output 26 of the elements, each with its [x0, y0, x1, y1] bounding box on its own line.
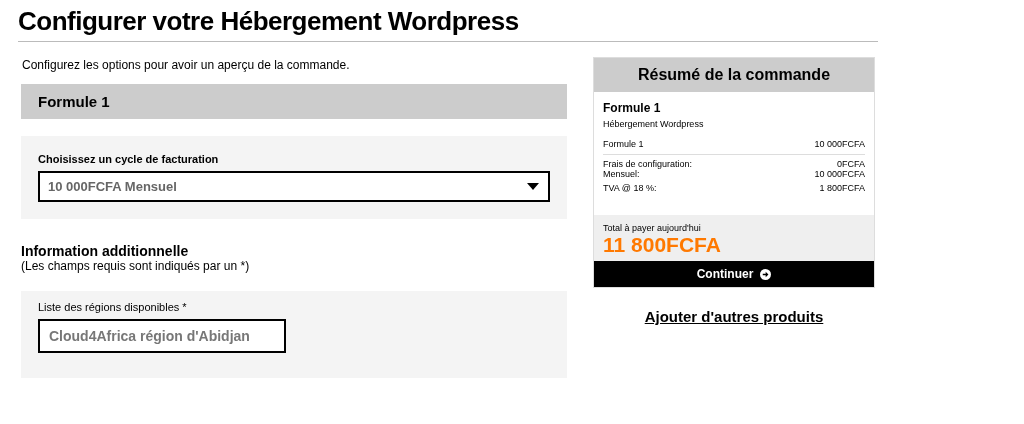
product-group: Hébergement Wordpress — [603, 119, 704, 129]
total-label: Total à payer aujourd'hui — [603, 223, 701, 233]
page-title: Configurer votre Hébergement Wordpress — [18, 6, 878, 42]
line-label: Formule 1 — [603, 139, 644, 149]
section-heading: Information additionnelle — [21, 243, 189, 259]
caret-icon — [527, 183, 539, 190]
intro-text: Configurez les options pour avoir un aperçu de la commande. — [22, 58, 351, 72]
fee-label: Mensuel: — [603, 169, 640, 179]
fee-amount: 0FCFA — [837, 159, 865, 169]
arrow-icon — [760, 268, 772, 280]
summary-header: Résumé de la commande — [594, 58, 874, 92]
add-products-link[interactable]: Ajouter d'autres produits — [593, 308, 875, 325]
fee-label: Frais de configuration: — [603, 159, 693, 169]
fee-amount: 1 800FCFA — [819, 183, 865, 193]
product-header: Formule 1 — [21, 84, 567, 119]
field-label: Liste des régions disponibles * — [38, 301, 187, 313]
total-amount: 11 800FCFA — [603, 233, 721, 256]
product-name: Formule 1 — [603, 101, 661, 115]
line-amount: 10 000FCFA — [814, 139, 865, 149]
billing-select[interactable]: 10 000FCFA Mensuel — [38, 171, 550, 202]
continue-button[interactable]: Continuer — [594, 261, 874, 287]
region-field[interactable]: Cloud4Africa région d'Abidjan — [38, 319, 286, 353]
fee-amount: 10 000FCFA — [814, 169, 865, 179]
fee-label: TVA @ 18 %: — [603, 183, 657, 193]
field-label: Choisissez un cycle de facturation — [38, 153, 219, 165]
required-note: (Les champs requis sont indiqués par un *) — [21, 259, 250, 273]
